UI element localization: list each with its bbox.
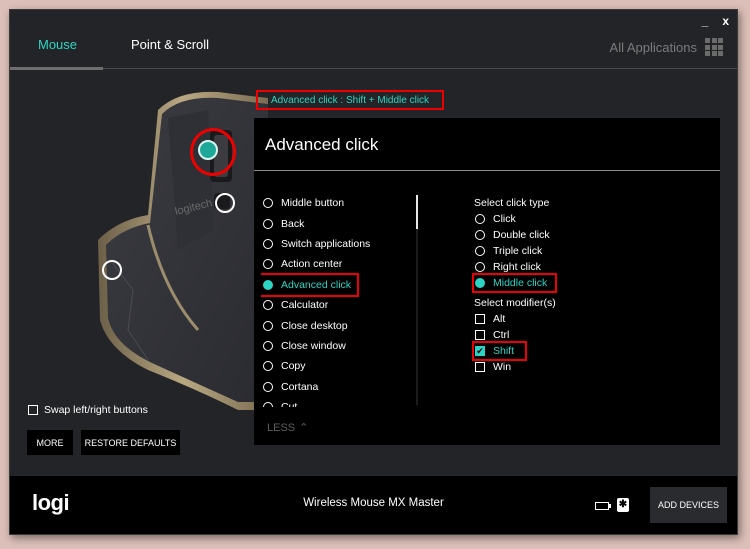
panel-title: Advanced click bbox=[265, 135, 379, 154]
bluetooth-icon: ✱ bbox=[617, 498, 629, 512]
radio-selected-icon bbox=[475, 278, 485, 288]
action-panel: Advanced click Middle button Back Switch… bbox=[254, 118, 720, 445]
click-type-option[interactable]: Triple click bbox=[474, 243, 556, 259]
action-item[interactable]: Back bbox=[261, 213, 421, 233]
assignment-summary: Advanced click : Shift + Middle click bbox=[256, 90, 444, 110]
action-item[interactable]: Action center bbox=[261, 254, 421, 274]
chevron-up-icon: ⌃ bbox=[299, 422, 309, 434]
radio-icon bbox=[263, 238, 273, 249]
radio-icon bbox=[263, 198, 273, 209]
action-list: Middle button Back Switch applications A… bbox=[261, 193, 421, 407]
click-type-heading: Select click type bbox=[474, 197, 550, 209]
click-options: Select click type Click Double click Tri… bbox=[472, 195, 557, 375]
all-applications-button[interactable]: All Applications bbox=[610, 38, 723, 56]
radio-icon bbox=[263, 381, 273, 392]
action-item[interactable]: Middle button bbox=[261, 193, 421, 213]
action-item[interactable]: Cut bbox=[261, 397, 421, 407]
radio-icon bbox=[263, 361, 273, 372]
active-tab-indicator bbox=[10, 67, 103, 70]
action-item[interactable]: Cortana bbox=[261, 377, 421, 397]
action-item[interactable]: Close desktop bbox=[261, 315, 421, 335]
checkbox-icon bbox=[475, 362, 485, 372]
panel-divider bbox=[254, 170, 720, 171]
swap-buttons-checkbox[interactable]: Swap left/right buttons bbox=[28, 404, 148, 416]
action-item[interactable]: Switch applications bbox=[261, 234, 421, 254]
all-applications-label: All Applications bbox=[609, 39, 697, 55]
radio-icon bbox=[475, 230, 485, 240]
battery-icon bbox=[595, 502, 611, 510]
mouse-image: logitech bbox=[98, 91, 268, 411]
modifier-heading: Select modifier(s) bbox=[474, 297, 556, 309]
radio-icon bbox=[263, 320, 273, 331]
radio-icon bbox=[263, 402, 273, 407]
modifier-checkbox[interactable]: Alt bbox=[474, 311, 556, 327]
modifier-checkbox[interactable]: Ctrl bbox=[474, 327, 556, 343]
hotspot-middle-button[interactable] bbox=[198, 140, 218, 160]
add-devices-button[interactable]: ADD DEVICES bbox=[650, 487, 727, 523]
more-button[interactable]: MORE bbox=[27, 430, 73, 455]
click-type-option[interactable]: Double click bbox=[474, 227, 556, 243]
radio-icon bbox=[263, 218, 273, 229]
tab-mouse[interactable]: Mouse bbox=[38, 37, 77, 52]
less-button[interactable]: LESS ⌃ bbox=[267, 421, 309, 435]
scrollbar-thumb[interactable] bbox=[416, 195, 418, 229]
action-item[interactable]: Copy bbox=[261, 356, 421, 376]
modifier-checkbox-checked[interactable]: ✔ Shift bbox=[472, 341, 527, 361]
restore-defaults-button[interactable]: RESTORE DEFAULTS bbox=[81, 430, 180, 455]
action-item-selected[interactable]: Advanced click bbox=[261, 272, 359, 297]
click-type-option-selected[interactable]: Middle click bbox=[472, 273, 557, 293]
action-item[interactable]: Calculator bbox=[261, 295, 421, 315]
checkmark-icon: ✔ bbox=[475, 345, 485, 356]
action-item[interactable]: Close window bbox=[261, 336, 421, 356]
radio-icon bbox=[475, 214, 485, 224]
checkbox-icon bbox=[475, 330, 485, 340]
hotspot-gesture-button[interactable] bbox=[215, 193, 235, 213]
modifier-checkbox[interactable]: Win bbox=[474, 359, 556, 375]
radio-icon bbox=[263, 340, 273, 351]
logitech-options-window: _ x Mouse Point & Scroll All Application… bbox=[9, 9, 738, 535]
radio-selected-icon bbox=[263, 279, 273, 290]
checkbox-icon bbox=[475, 314, 485, 324]
mouse-illustration: logitech bbox=[88, 90, 268, 411]
footer-bar: logi Wireless Mouse MX Master ✱ ADD DEVI… bbox=[10, 476, 737, 534]
radio-icon bbox=[263, 259, 273, 270]
hotspot-thumb-button[interactable] bbox=[102, 260, 122, 280]
checkbox-icon bbox=[28, 405, 38, 415]
tab-bar: Mouse Point & Scroll All Applications bbox=[10, 10, 737, 70]
radio-icon bbox=[475, 246, 485, 256]
radio-icon bbox=[475, 262, 485, 272]
grid-icon bbox=[705, 38, 723, 56]
radio-icon bbox=[263, 300, 273, 311]
tab-point-scroll[interactable]: Point & Scroll bbox=[131, 37, 209, 52]
click-type-option[interactable]: Right click bbox=[474, 259, 556, 275]
click-type-option[interactable]: Click bbox=[474, 211, 556, 227]
